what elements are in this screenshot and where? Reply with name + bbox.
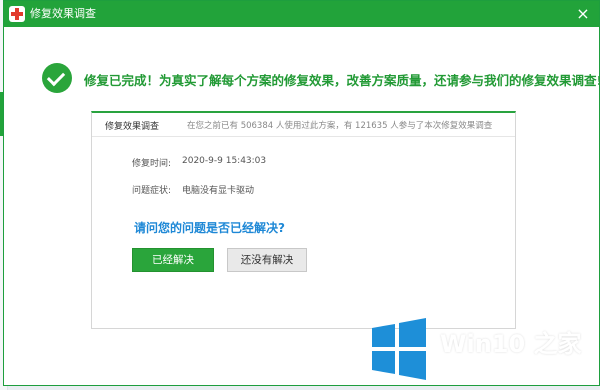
panel-title: 修复效果调查: [105, 122, 160, 132]
repair-time-label: 修复时间:: [132, 159, 172, 169]
resolved-button[interactable]: 已经解决: [132, 248, 214, 272]
windows-logo-icon: [368, 318, 430, 380]
close-icon[interactable]: ×: [573, 4, 593, 24]
symptom-label: 问题症状:: [132, 186, 172, 196]
participation-stats: 在您之前已有 506384 人使用过此方案，有 121635 人参与了本次修复效…: [187, 121, 493, 131]
resolution-question: 请问您的问题是否已经解决?: [134, 221, 285, 235]
repair-time-value: 2020-9-9 15:43:03: [182, 156, 267, 166]
watermark: Win10 之家 www.win10xitong.com: [368, 318, 600, 390]
watermark-url: www.win10xitong.com: [444, 358, 569, 371]
not-resolved-button[interactable]: 还没有解决: [227, 248, 307, 272]
survey-panel: 修复效果调查 在您之前已有 506384 人使用过此方案，有 121635 人参…: [91, 111, 516, 329]
success-check-icon: [42, 63, 72, 93]
title-bar[interactable]: 修复效果调查 ×: [4, 1, 599, 27]
symptom-value: 电脑没有显卡驱动: [182, 186, 255, 196]
window-title: 修复效果调查: [30, 7, 96, 20]
completion-message: 修复已完成！为真实了解每个方案的修复效果，改善方案质量，还请参与我们的修复效果调…: [84, 73, 600, 88]
panel-header: 修复效果调查 在您之前已有 506384 人使用过此方案，有 121635 人参…: [92, 113, 515, 137]
watermark-title: Win10 之家: [440, 330, 582, 358]
app-icon: [9, 6, 25, 22]
